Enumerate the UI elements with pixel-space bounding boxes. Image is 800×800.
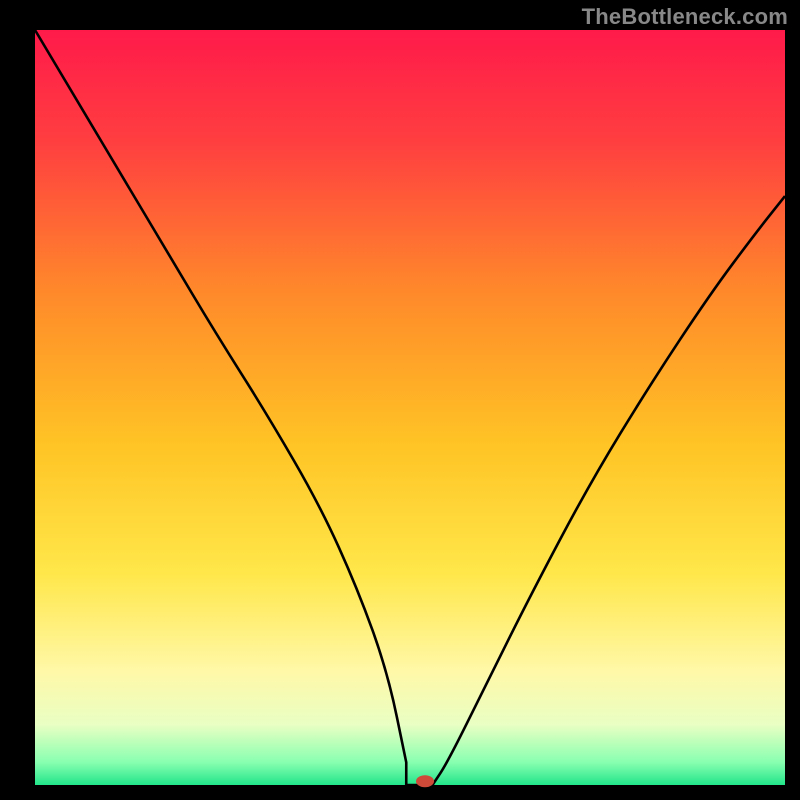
bottleneck-chart xyxy=(0,0,800,800)
watermark-label: TheBottleneck.com xyxy=(582,4,788,30)
chart-frame: TheBottleneck.com xyxy=(0,0,800,800)
plot-background xyxy=(35,30,785,785)
optimum-marker xyxy=(416,775,434,787)
